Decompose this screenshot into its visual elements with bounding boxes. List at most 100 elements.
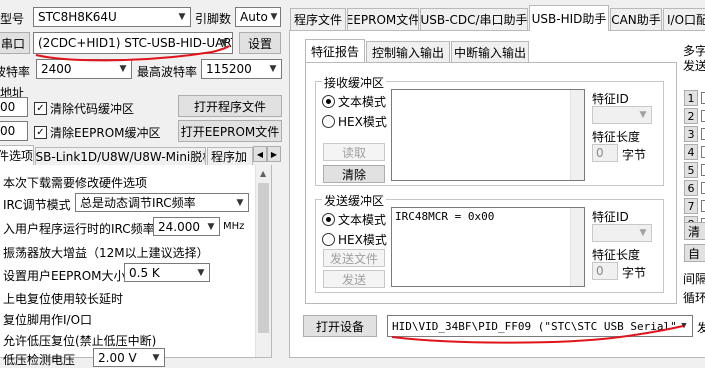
clear-eeprom-checkbox[interactable]: ✓ 清除EEPROM缓冲区 [34, 124, 161, 141]
tab-program-encrypt[interactable]: 程序加 [207, 147, 253, 165]
subtab-control-io[interactable]: 控制输入输出 [366, 41, 450, 62]
triangle-up-icon[interactable]: ▲ [260, 169, 266, 178]
multi-send-button[interactable]: 2 [684, 108, 698, 124]
chevron-down-icon: ▼ [236, 197, 244, 208]
code-address-input[interactable]: 00 [0, 97, 28, 117]
recv-feature-len-input[interactable]: 0 [592, 144, 618, 162]
read-button[interactable]: 读取 [323, 143, 385, 161]
send-content: IRC48MCR = 0x00 [395, 210, 495, 223]
multi-send-button[interactable]: 4 [684, 144, 698, 160]
clear-code-checkbox[interactable]: ✓ 清除代码缓冲区 [34, 100, 134, 117]
open-eeprom-button[interactable]: 打开EEPROM文件 [178, 120, 282, 142]
recv-text-mode-label: 文本模式 [338, 95, 387, 109]
send-feature-len-value: 0 [596, 264, 604, 278]
receive-textarea[interactable] [391, 89, 585, 181]
max-baud-select[interactable]: 115200 ▼ [201, 59, 282, 79]
send-hex-mode-radio[interactable]: HEX模式 [322, 231, 387, 248]
open-program-button[interactable]: 打开程序文件 [178, 95, 282, 117]
chevron-down-icon: ▼ [220, 38, 228, 48]
multi-send-hex-checkbox[interactable] [701, 182, 705, 194]
multi-send-hex-checkbox[interactable] [701, 146, 705, 158]
tab-program-file[interactable]: 程序文件 [290, 8, 346, 30]
chevron-down-icon: ▼ [639, 228, 647, 238]
max-baud-value: 115200 [206, 62, 252, 76]
tab-can[interactable]: CAN助手 [610, 8, 662, 30]
multi-send-button[interactable]: 5 [684, 162, 698, 178]
eeprom-size-value: 0.5 K [129, 265, 160, 280]
tab-program-encrypt-label: 程序加 [211, 150, 248, 164]
recv-text-mode-radio[interactable]: 文本模式 [322, 93, 386, 110]
tab-usb-cdc[interactable]: USB-CDC/串口助手 [420, 8, 528, 30]
power-reset-option[interactable]: 上电复位使用较长延时 [3, 290, 123, 307]
subtab-interrupt-io[interactable]: 中断输入输出 [451, 41, 529, 62]
tab-eeprom-file[interactable]: EEPROM文件 [347, 8, 419, 30]
recv-clear-button[interactable]: 清除 [323, 165, 385, 183]
scan-port-button[interactable]: 串口 [0, 32, 30, 54]
tab-hw-options-label: 件选项 [0, 149, 34, 163]
multi-send-hex-checkbox[interactable] [701, 92, 705, 104]
tab-hw-options[interactable]: 件选项 [0, 145, 34, 165]
send-button[interactable]: 发送 [323, 270, 385, 288]
multi-send-hex-checkbox[interactable] [701, 164, 705, 176]
reset-pin-option[interactable]: 复位脚用作I/O口 [3, 311, 92, 328]
send-textarea[interactable]: IRC48MCR = 0x00 [391, 207, 585, 287]
subtab-feature-report[interactable]: 特征报告 [305, 39, 365, 62]
side-clear-button[interactable]: 清 [684, 222, 705, 240]
send-feature-id-label: 特征ID [592, 210, 629, 224]
multi-send-button[interactable]: 1 [684, 90, 698, 106]
open-device-label: 打开设备 [315, 319, 364, 334]
send-label: 发送 [683, 59, 705, 73]
hw-options-panel: 本次下载需要修改硬件选项 IRC调节模式 总是动态调节IRC频率 ▼ 入用户程序… [0, 165, 272, 367]
multi-send-button[interactable]: 6 [684, 180, 698, 196]
scrollbar-thumb[interactable] [258, 183, 269, 333]
tab-scroll-left-button[interactable]: ◀ [253, 146, 267, 162]
multi-send-button[interactable]: 3 [684, 126, 698, 142]
settings-button[interactable]: 设置 [239, 32, 281, 54]
send-scrollbar[interactable] [570, 208, 584, 286]
low-volt-reset-option[interactable]: 允许低压复位(禁止低压中断) [3, 332, 156, 349]
multi-send-hex-checkbox[interactable] [701, 128, 705, 140]
multi-send-hex-checkbox[interactable] [701, 110, 705, 122]
tab-io-config[interactable]: I/O口配 [663, 8, 705, 30]
receive-scrollbar[interactable] [570, 90, 584, 180]
send-button-label: 发送 [341, 272, 366, 287]
osc-gain-option[interactable]: 振荡器放大增益（12M以上建议选择） [3, 244, 209, 261]
hw-options-header: 本次下载需要修改硬件选项 [3, 176, 148, 190]
recv-feature-id-select[interactable]: ▼ [592, 106, 652, 124]
multi-send-number: 3 [687, 127, 695, 141]
tab-can-label: CAN助手 [611, 13, 661, 27]
chevron-down-icon: ▼ [119, 64, 127, 74]
device-select[interactable]: HID\VID_34BF\PID_FF09 ("STC\STC USB Seri… [387, 315, 693, 337]
irc-mode-select[interactable]: 总是动态调节IRC频率 ▼ [75, 193, 249, 212]
recv-hex-mode-radio[interactable]: HEX模式 [322, 113, 387, 130]
port-select[interactable]: (2CDC+HID1) STC-USB-HID-UART1 ▼ [33, 32, 233, 54]
tab-eeprom-file-label: EEPROM文件 [347, 13, 419, 27]
eeprom-address-input[interactable]: 00 [0, 121, 28, 141]
chevron-down-icon: ▼ [270, 12, 278, 22]
send-feature-id-select[interactable]: ▼ [592, 224, 652, 242]
multi-send-hex-checkbox[interactable] [701, 200, 705, 212]
side-auto-button[interactable]: 自 [684, 244, 705, 262]
send-feature-len-input[interactable]: 0 [592, 262, 618, 280]
pins-select[interactable]: Auto ▼ [235, 7, 281, 27]
send-file-button[interactable]: 发送文件 [323, 249, 385, 267]
radio-unselected-icon [322, 233, 335, 246]
multi-send-button[interactable]: 7 [684, 198, 698, 214]
send-text-mode-radio[interactable]: 文本模式 [322, 211, 386, 228]
multi-send-number: 7 [687, 199, 695, 213]
device-suffix: 发 [697, 321, 705, 335]
tab-usb-link[interactable]: USB-Link1D/U8W/U8W-Mini脱机 [35, 147, 206, 165]
mcu-select[interactable]: STC8H8K64U ▼ [33, 7, 191, 27]
tab-usb-hid[interactable]: USB-HID助手 [529, 5, 609, 31]
radio-selected-icon [322, 213, 335, 226]
eeprom-size-select[interactable]: 0.5 K ▼ [124, 263, 210, 282]
baud-select[interactable]: 2400 ▼ [36, 59, 132, 79]
tab-io-config-label: I/O口配 [667, 13, 705, 27]
irc-freq-select[interactable]: 24.000 ▼ [153, 217, 220, 236]
open-device-button[interactable]: 打开设备 [303, 315, 377, 337]
recv-feature-len-value: 0 [596, 146, 604, 160]
subtab-control-io-label: 控制输入输出 [371, 45, 444, 60]
tab-scroll-right-button[interactable]: ▶ [267, 146, 281, 162]
hw-options-scrollbar[interactable]: ▲ [255, 165, 271, 357]
checkmark-icon: ✓ [34, 102, 47, 115]
